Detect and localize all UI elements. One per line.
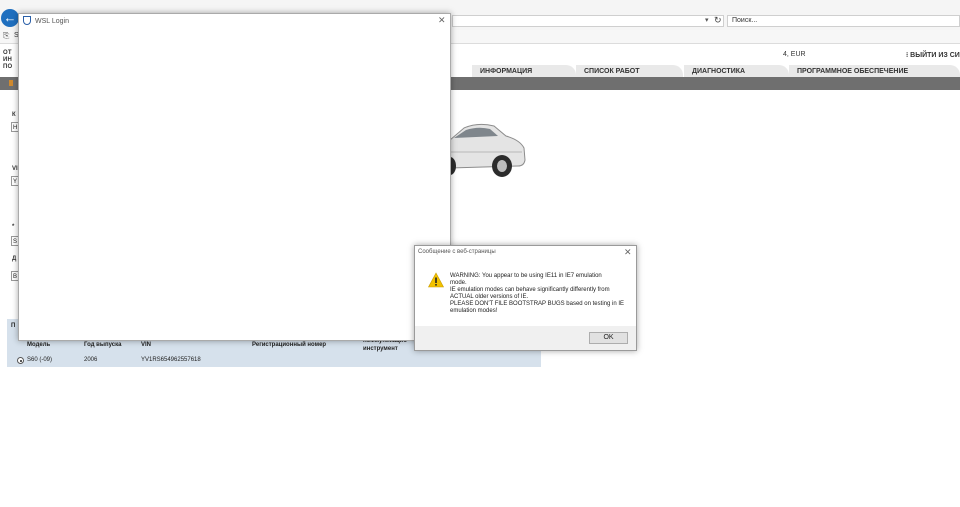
message-line: WARNING: You appear to be using IE11 in … (450, 273, 602, 279)
message-dialog-title: Сообщение с веб-страницы (418, 249, 496, 255)
message-line: mode. (450, 280, 467, 286)
close-icon[interactable]: ✕ (624, 247, 632, 258)
tab-work-list[interactable]: СПИСОК РАБОТ (576, 65, 683, 77)
message-line: ACTUAL older versions of IE. (450, 294, 529, 300)
form-label-vin: VI (12, 166, 18, 172)
message-line: emulation modes! (450, 308, 498, 314)
wsl-dialog-title: WSL Login (35, 18, 69, 25)
ok-button[interactable]: OK (589, 332, 628, 344)
cell-model: S60 (-09) (27, 357, 53, 363)
table-section-label: П (11, 323, 16, 329)
search-input[interactable]: Поиск... (727, 15, 960, 27)
th-year: Год выпуска (84, 342, 122, 348)
address-dropdown-icon[interactable]: ▾ (705, 16, 709, 24)
th-registration: Регистрационный номер (252, 342, 327, 348)
tab-page-icon: ⎘ (3, 31, 10, 40)
tab-software[interactable]: ПРОГРАММНОЕ ОБЕСПЕЧЕНИЕ (789, 65, 960, 77)
menu-item-3[interactable]: ПО (3, 64, 12, 70)
cell-year: 2006 (84, 357, 98, 363)
th-vin: VIN (141, 342, 152, 348)
cell-vin: YV1RS654962557618 (141, 357, 201, 363)
nav-active-marker (9, 80, 13, 86)
th-tool: инструмент (363, 346, 398, 352)
close-icon[interactable]: ✕ (438, 15, 446, 26)
price-display: 4, EUR (783, 51, 806, 58)
tab-information[interactable]: ИНФОРМАЦИЯ (472, 65, 576, 77)
address-bar[interactable] (452, 15, 724, 27)
form-label-required: * (12, 224, 15, 230)
menu-item-2[interactable]: ИН (3, 57, 12, 63)
logout-link[interactable]: ⁝ ВЫЙТИ ИЗ СИ (906, 51, 960, 59)
warning-icon (428, 272, 444, 288)
menu-item-1[interactable]: ОТ (3, 50, 12, 56)
shield-icon (23, 16, 31, 25)
form-label-4: Д (12, 256, 17, 262)
message-line: PLEASE DON'T FILE BOOTSTRAP BUGS based o… (450, 301, 624, 307)
car-image (450, 123, 526, 177)
row-radio[interactable] (17, 357, 24, 364)
tab-diagnostics[interactable]: ДИАГНОСТИКА (684, 65, 789, 77)
wsl-login-dialog (18, 13, 451, 341)
message-line: IE emulation modes can behave significan… (450, 287, 610, 293)
form-label-1: К (12, 112, 16, 118)
refresh-icon[interactable]: ↻ (714, 15, 722, 26)
logout-label: ВЫЙТИ ИЗ СИ (910, 52, 960, 59)
th-model: Модель (27, 342, 51, 348)
back-button[interactable]: ← (1, 9, 19, 27)
